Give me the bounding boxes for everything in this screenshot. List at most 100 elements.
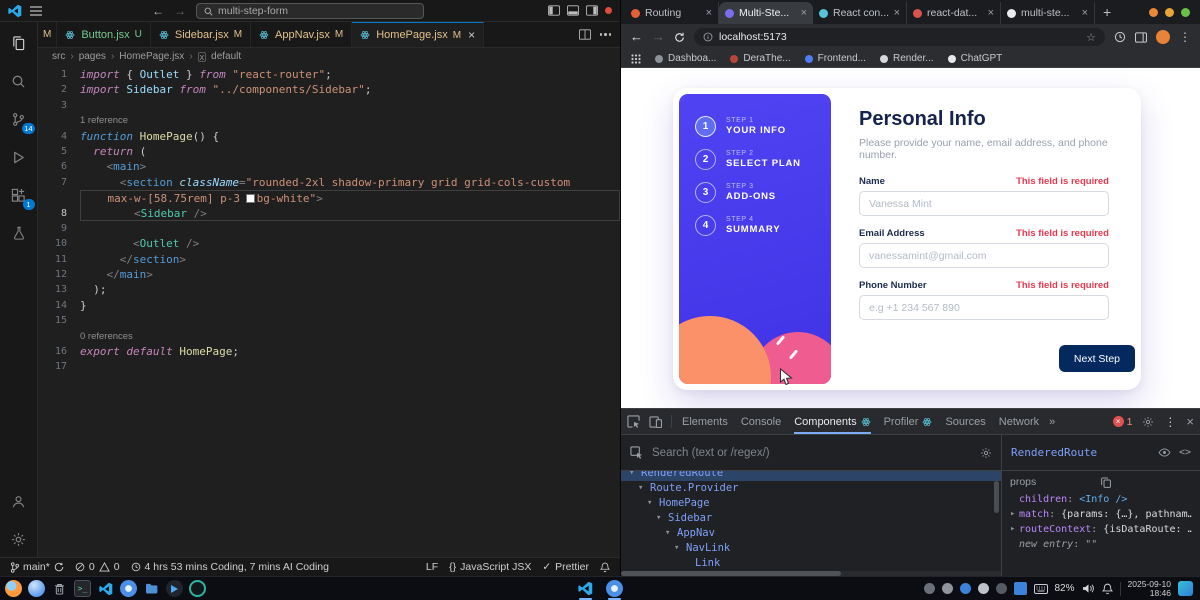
name-input[interactable]	[859, 191, 1109, 216]
browser-tab[interactable]: React con... ×	[813, 2, 907, 24]
vscode-taskbar-icon[interactable]	[97, 580, 114, 597]
battery-percent[interactable]: 82%	[1055, 583, 1075, 594]
close-devtools-icon[interactable]: ×	[1186, 414, 1194, 429]
breadcrumb-item[interactable]: HomePage.jsx	[119, 51, 184, 62]
devtools-menu-icon[interactable]: ⋮	[1164, 415, 1176, 429]
testing-icon[interactable]	[7, 221, 31, 245]
prop-row[interactable]: ▸ match: {params: {…}, pathnam…	[1010, 507, 1192, 522]
browser-tab[interactable]: Routing ×	[625, 2, 719, 24]
new-tab-button[interactable]: +	[1095, 4, 1119, 20]
formatter-status[interactable]: ✓ Prettier	[542, 561, 589, 573]
expand-caret-icon[interactable]: ▾	[656, 511, 664, 526]
more-tabs-icon[interactable]: »	[1049, 416, 1055, 428]
apps-grid-icon[interactable]	[631, 53, 641, 64]
breadcrumb-item[interactable]: src	[52, 51, 65, 62]
expand-caret-icon[interactable]: ▾	[629, 471, 637, 481]
toggle-panel-icon[interactable]	[567, 5, 579, 16]
tray-app-icon[interactable]	[995, 583, 1007, 594]
back-icon[interactable]: ←	[630, 30, 643, 44]
bookmark-item[interactable]: Frontend...	[804, 53, 866, 64]
component-picker-icon[interactable]	[630, 446, 643, 459]
tree-vertical-scrollbar[interactable]	[994, 481, 999, 513]
customize-layout-icon[interactable]	[586, 5, 598, 16]
language-mode[interactable]: {} JavaScript JSX	[449, 561, 531, 573]
step-item[interactable]: 3 STEP 3 ADD-ONS	[695, 182, 831, 203]
problems-status[interactable]: 0 0	[75, 561, 120, 573]
eol-indicator[interactable]: LF	[426, 561, 438, 573]
component-tree-row[interactable]: ▾ Route.Provider	[621, 481, 1001, 496]
suspense-eye-icon[interactable]	[1158, 448, 1171, 457]
clipboard-tray-icon[interactable]	[1013, 582, 1027, 595]
prop-row[interactable]: new entry: ""	[1010, 537, 1192, 552]
devtools-tab-profiler[interactable]: Profiler	[884, 409, 933, 434]
music-app-icon[interactable]	[189, 580, 206, 597]
expand-caret-icon[interactable]: ▾	[638, 481, 646, 496]
search-icon[interactable]	[7, 69, 31, 93]
input-method-icon[interactable]	[1178, 581, 1193, 596]
browser-window-button[interactable]	[606, 580, 623, 600]
chromium-icon[interactable]	[120, 580, 137, 597]
file-manager-icon[interactable]	[143, 580, 160, 597]
breadcrumb-item[interactable]: pages	[79, 51, 106, 62]
expand-caret-icon[interactable]: ▸	[1010, 522, 1019, 537]
vscode-window-button[interactable]	[577, 580, 594, 600]
device-toolbar-icon[interactable]	[649, 415, 662, 428]
component-tree-row[interactable]: ▾ AppNav	[621, 526, 1001, 541]
nav-back-icon[interactable]: ←	[152, 3, 164, 19]
settings-gear-icon[interactable]	[7, 527, 31, 551]
address-bar[interactable]: localhost:5173 ☆	[694, 28, 1105, 46]
devtools-tab-elements[interactable]: Elements	[682, 409, 728, 434]
copy-props-icon[interactable]	[1101, 477, 1192, 488]
more-actions-icon[interactable]	[599, 33, 611, 36]
step-item[interactable]: 2 STEP 2 SELECT PLAN	[695, 149, 831, 170]
window-controls[interactable]	[1149, 7, 1196, 17]
step-item[interactable]: 4 STEP 4 SUMMARY	[695, 215, 831, 236]
component-tree-row[interactable]: Link	[621, 556, 1001, 571]
browser-tab[interactable]: multi-ste... ×	[1001, 2, 1095, 24]
browser-tab[interactable]: Multi-Ste... ×	[719, 2, 813, 24]
component-tree-row[interactable]: ▾ HomePage	[621, 496, 1001, 511]
close-tab-icon[interactable]: ×	[801, 7, 807, 19]
run-debug-icon[interactable]	[7, 145, 31, 169]
devtools-tab-console[interactable]: Console	[741, 409, 781, 434]
coding-time-status[interactable]: 4 hrs 53 mins Coding, 7 mins AI Coding	[131, 561, 329, 573]
tray-app-icon[interactable]	[977, 583, 989, 594]
tray-app-icon[interactable]	[959, 583, 971, 594]
command-center-search[interactable]: multi-step-form	[196, 3, 424, 19]
nav-forward-icon[interactable]: →	[174, 3, 186, 19]
breadcrumb-symbol[interactable]: default	[211, 51, 241, 62]
forward-icon[interactable]: →	[652, 30, 665, 44]
close-tab-icon[interactable]: ×	[894, 7, 900, 19]
browser-menu-icon[interactable]: ⋮	[1179, 30, 1191, 44]
component-tree-row[interactable]: ▾ Sidebar	[621, 511, 1001, 526]
source-control-icon[interactable]: 14	[7, 107, 35, 134]
step-item[interactable]: 1 STEP 1 YOUR INFO	[695, 116, 831, 137]
close-tab-icon[interactable]: ×	[706, 7, 712, 19]
bookmark-item[interactable]: Dashboa...	[655, 53, 716, 64]
explorer-icon[interactable]	[7, 31, 31, 55]
notifications-bell-icon[interactable]	[600, 562, 610, 573]
history-sync-icon[interactable]	[1114, 31, 1126, 43]
close-tab-icon[interactable]: ×	[1082, 7, 1088, 19]
editor-tab[interactable]: Button.jsx U	[57, 22, 151, 47]
devtools-tab-network[interactable]: Network	[999, 409, 1039, 434]
git-branch-status[interactable]: main*	[10, 561, 64, 573]
terminal-icon[interactable]: >_	[74, 580, 91, 597]
prop-row[interactable]: ▸ routeContext: {isDataRoute: …	[1010, 522, 1192, 537]
console-error-badge[interactable]: × 1	[1112, 416, 1132, 428]
devtools-tab-components[interactable]: Components	[794, 409, 871, 434]
bookmark-star-icon[interactable]: ☆	[1086, 31, 1096, 44]
expand-caret-icon[interactable]: ▾	[665, 526, 673, 541]
next-step-button[interactable]: Next Step	[1058, 345, 1135, 372]
side-panel-icon[interactable]	[1135, 31, 1147, 43]
split-editor-icon[interactable]	[578, 29, 591, 40]
bookmark-item[interactable]: Render...	[879, 53, 934, 64]
expand-caret-icon[interactable]: ▾	[647, 496, 655, 511]
clock[interactable]: 2025-09-10 18:46	[1128, 579, 1171, 598]
volume-icon[interactable]	[1082, 583, 1095, 594]
component-tree-row[interactable]: ▾ NavLink	[621, 541, 1001, 556]
browser-app-icon[interactable]	[28, 580, 45, 597]
notifications-bell-icon[interactable]	[1101, 583, 1113, 595]
bookmark-item[interactable]: ChatGPT	[947, 53, 1002, 64]
tree-settings-gear-icon[interactable]	[980, 447, 992, 459]
